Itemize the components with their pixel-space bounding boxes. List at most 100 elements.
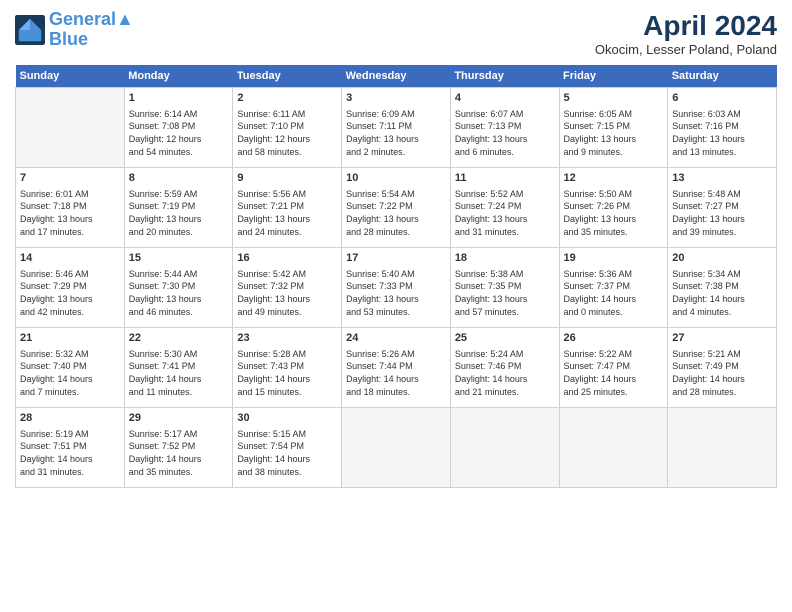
day-info: Sunrise: 5:26 AM Sunset: 7:44 PM Dayligh…	[346, 348, 446, 398]
day-number: 2	[237, 91, 337, 106]
day-number: 27	[672, 331, 772, 346]
day-cell: 17Sunrise: 5:40 AM Sunset: 7:33 PM Dayli…	[342, 248, 451, 328]
day-cell: 15 Sunrise: 5:44 AM Sunset: 7:30 PM Dayli…	[124, 248, 233, 328]
day-cell: 12 Sunrise: 5:50 AM Sunset: 7:26 PM Dayli…	[559, 168, 668, 248]
day-info: Sunrise: 5:42 AM Sunset: 7:32 PM Dayligh…	[237, 268, 337, 318]
title-block: April 2024 Okocim, Lesser Poland, Poland	[595, 10, 777, 57]
day-cell: 6Sunrise: 6:03 AM Sunset: 7:16 PM Daylig…	[668, 88, 777, 168]
day-info: Sunrise: 5:17 AM Sunset: 7:52 PM Dayligh…	[129, 428, 229, 478]
day-cell: 9 Sunrise: 5:56 AM Sunset: 7:21 PM Daylig…	[233, 168, 342, 248]
logo-line1: General	[49, 9, 116, 29]
day-info: Sunrise: 5:15 AM Sunset: 7:54 PM Dayligh…	[237, 428, 337, 478]
day-cell: 22Sunrise: 5:30 AM Sunset: 7:41 PM Dayli…	[124, 328, 233, 408]
day-cell	[16, 88, 125, 168]
day-cell: 26 Sunrise: 5:22 AM Sunset: 7:47 PM Dayli…	[559, 328, 668, 408]
day-cell: 8Sunrise: 5:59 AM Sunset: 7:19 PM Daylig…	[124, 168, 233, 248]
logo-text: General▲ Blue	[49, 10, 134, 50]
week-row-2: 7 Sunrise: 6:01 AM Sunset: 7:18 PM Daylig…	[16, 168, 777, 248]
day-cell: 2Sunrise: 6:11 AM Sunset: 7:10 PM Daylig…	[233, 88, 342, 168]
day-number: 7	[20, 171, 120, 186]
day-cell: 4 Sunrise: 6:07 AM Sunset: 7:13 PM Daylig…	[450, 88, 559, 168]
day-cell: 23 Sunrise: 5:28 AM Sunset: 7:43 PM Dayli…	[233, 328, 342, 408]
header-wednesday: Wednesday	[342, 65, 451, 88]
day-cell: 18Sunrise: 5:38 AM Sunset: 7:35 PM Dayli…	[450, 248, 559, 328]
day-number: 21	[20, 331, 120, 346]
day-cell	[342, 408, 451, 488]
day-cell: 3Sunrise: 6:09 AM Sunset: 7:11 PM Daylig…	[342, 88, 451, 168]
day-info: Sunrise: 5:44 AM Sunset: 7:30 PM Dayligh…	[129, 268, 229, 318]
day-info: Sunrise: 5:46 AM Sunset: 7:29 PM Dayligh…	[20, 268, 120, 318]
day-cell: 14Sunrise: 5:46 AM Sunset: 7:29 PM Dayli…	[16, 248, 125, 328]
day-number: 4	[455, 91, 555, 106]
day-info: Sunrise: 6:09 AM Sunset: 7:11 PM Dayligh…	[346, 108, 446, 158]
day-cell: 7 Sunrise: 6:01 AM Sunset: 7:18 PM Daylig…	[16, 168, 125, 248]
week-row-1: 1Sunrise: 6:14 AM Sunset: 7:08 PM Daylig…	[16, 88, 777, 168]
header-friday: Friday	[559, 65, 668, 88]
day-info: Sunrise: 5:19 AM Sunset: 7:51 PM Dayligh…	[20, 428, 120, 478]
day-cell: 30 Sunrise: 5:15 AM Sunset: 7:54 PM Dayli…	[233, 408, 342, 488]
week-row-3: 14Sunrise: 5:46 AM Sunset: 7:29 PM Dayli…	[16, 248, 777, 328]
day-info: Sunrise: 5:21 AM Sunset: 7:49 PM Dayligh…	[672, 348, 772, 398]
day-cell	[559, 408, 668, 488]
day-cell: 27 Sunrise: 5:21 AM Sunset: 7:49 PM Dayli…	[668, 328, 777, 408]
day-number: 9	[237, 171, 337, 186]
weekday-row: Sunday Monday Tuesday Wednesday Thursday…	[16, 65, 777, 88]
day-number: 12	[564, 171, 664, 186]
day-number: 28	[20, 411, 120, 426]
day-number: 13	[672, 171, 772, 186]
day-info: Sunrise: 5:34 AM Sunset: 7:38 PM Dayligh…	[672, 268, 772, 318]
day-cell: 13 Sunrise: 5:48 AM Sunset: 7:27 PM Dayli…	[668, 168, 777, 248]
day-info: Sunrise: 5:52 AM Sunset: 7:24 PM Dayligh…	[455, 188, 555, 238]
header-thursday: Thursday	[450, 65, 559, 88]
day-number: 10	[346, 171, 446, 186]
day-info: Sunrise: 5:54 AM Sunset: 7:22 PM Dayligh…	[346, 188, 446, 238]
week-row-5: 28 Sunrise: 5:19 AM Sunset: 7:51 PM Dayli…	[16, 408, 777, 488]
day-info: Sunrise: 5:38 AM Sunset: 7:35 PM Dayligh…	[455, 268, 555, 318]
page: General▲ Blue April 2024 Okocim, Lesser …	[0, 0, 792, 498]
logo: General▲ Blue	[15, 10, 134, 50]
day-number: 16	[237, 251, 337, 266]
day-info: Sunrise: 5:59 AM Sunset: 7:19 PM Dayligh…	[129, 188, 229, 238]
calendar-table: Sunday Monday Tuesday Wednesday Thursday…	[15, 65, 777, 488]
day-info: Sunrise: 5:50 AM Sunset: 7:26 PM Dayligh…	[564, 188, 664, 238]
day-info: Sunrise: 6:05 AM Sunset: 7:15 PM Dayligh…	[564, 108, 664, 158]
day-info: Sunrise: 5:48 AM Sunset: 7:27 PM Dayligh…	[672, 188, 772, 238]
day-info: Sunrise: 5:36 AM Sunset: 7:37 PM Dayligh…	[564, 268, 664, 318]
day-cell	[450, 408, 559, 488]
month-title: April 2024	[595, 10, 777, 42]
day-info: Sunrise: 5:28 AM Sunset: 7:43 PM Dayligh…	[237, 348, 337, 398]
day-info: Sunrise: 6:01 AM Sunset: 7:18 PM Dayligh…	[20, 188, 120, 238]
day-number: 1	[129, 91, 229, 106]
day-cell: 11 Sunrise: 5:52 AM Sunset: 7:24 PM Dayli…	[450, 168, 559, 248]
day-cell	[668, 408, 777, 488]
calendar-body: 1Sunrise: 6:14 AM Sunset: 7:08 PM Daylig…	[16, 88, 777, 488]
day-cell: 24Sunrise: 5:26 AM Sunset: 7:44 PM Dayli…	[342, 328, 451, 408]
day-number: 26	[564, 331, 664, 346]
day-info: Sunrise: 5:56 AM Sunset: 7:21 PM Dayligh…	[237, 188, 337, 238]
day-info: Sunrise: 5:30 AM Sunset: 7:41 PM Dayligh…	[129, 348, 229, 398]
day-cell: 10 Sunrise: 5:54 AM Sunset: 7:22 PM Dayli…	[342, 168, 451, 248]
day-cell: 20 Sunrise: 5:34 AM Sunset: 7:38 PM Dayli…	[668, 248, 777, 328]
day-number: 6	[672, 91, 772, 106]
day-cell: 5 Sunrise: 6:05 AM Sunset: 7:15 PM Daylig…	[559, 88, 668, 168]
day-number: 19	[564, 251, 664, 266]
day-number: 15	[129, 251, 229, 266]
header-tuesday: Tuesday	[233, 65, 342, 88]
day-number: 23	[237, 331, 337, 346]
day-cell: 19 Sunrise: 5:36 AM Sunset: 7:37 PM Dayli…	[559, 248, 668, 328]
day-number: 30	[237, 411, 337, 426]
day-info: Sunrise: 6:07 AM Sunset: 7:13 PM Dayligh…	[455, 108, 555, 158]
week-row-4: 21 Sunrise: 5:32 AM Sunset: 7:40 PM Dayli…	[16, 328, 777, 408]
day-number: 17	[346, 251, 446, 266]
day-number: 20	[672, 251, 772, 266]
day-number: 5	[564, 91, 664, 106]
day-info: Sunrise: 5:22 AM Sunset: 7:47 PM Dayligh…	[564, 348, 664, 398]
day-cell: 21 Sunrise: 5:32 AM Sunset: 7:40 PM Dayli…	[16, 328, 125, 408]
day-number: 29	[129, 411, 229, 426]
day-info: Sunrise: 5:24 AM Sunset: 7:46 PM Dayligh…	[455, 348, 555, 398]
day-number: 11	[455, 171, 555, 186]
day-info: Sunrise: 5:32 AM Sunset: 7:40 PM Dayligh…	[20, 348, 120, 398]
day-cell: 28 Sunrise: 5:19 AM Sunset: 7:51 PM Dayli…	[16, 408, 125, 488]
day-cell: 29 Sunrise: 5:17 AM Sunset: 7:52 PM Dayli…	[124, 408, 233, 488]
header-monday: Monday	[124, 65, 233, 88]
